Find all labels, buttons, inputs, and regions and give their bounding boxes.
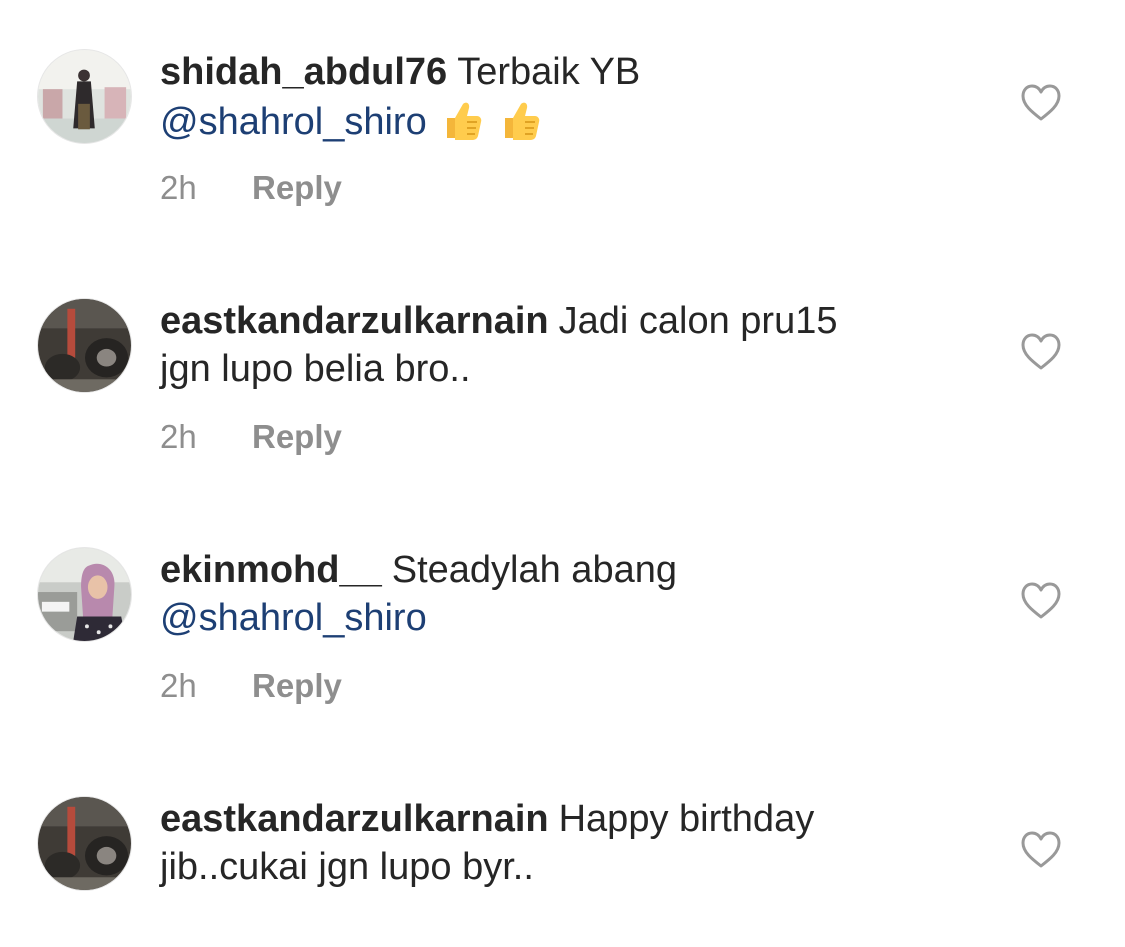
username[interactable]: shidah_abdul76 [160,51,447,93]
comment-body-continued: jgn lupo belia bro.. [160,348,471,390]
comment-body: Steadylah abang [391,549,677,591]
comment-text: eastkandarzulkarnain Jadi calon pru15 jgn… [160,297,940,393]
comment-text: ekinmohd__ Steadylah abang @shahrol_shiro [160,546,940,642]
comment-text: shidah_abdul76 Terbaik YB @shahrol_shiro [160,48,940,146]
timestamp: 2h [160,667,197,704]
mention-link[interactable]: @shahrol_shiro [160,101,427,143]
reply-button[interactable]: Reply [252,169,342,206]
avatar[interactable] [37,547,132,642]
comment-text: eastkandarzulkarnain Happy birthday jib..… [160,795,940,891]
timestamp: 2h [160,169,197,206]
reply-button[interactable]: Reply [252,667,342,704]
avatar[interactable] [37,298,132,393]
comment-meta: 2h Reply [160,417,342,457]
reply-button[interactable]: Reply [252,418,342,455]
comment-item: eastkandarzulkarnain Happy birthday jib..… [0,747,1125,947]
comment-meta: 2h Reply [160,666,342,706]
username[interactable]: eastkandarzulkarnain [160,300,549,342]
comment-meta: 2h Reply [160,168,342,208]
comment-item: eastkandarzulkarnain Jadi calon pru15 jgn… [0,249,1125,455]
username[interactable]: ekinmohd__ [160,549,382,591]
comment-body-continued: jib..cukai jgn lupo byr.. [160,846,534,888]
comment-body: Terbaik YB [457,51,641,93]
username[interactable]: eastkandarzulkarnain [160,798,549,840]
thumbs-up-icon [437,96,485,144]
mention-link[interactable]: @shahrol_shiro [160,597,427,639]
heart-icon[interactable] [1020,333,1062,371]
heart-icon[interactable] [1020,84,1062,122]
avatar[interactable] [37,49,132,144]
avatar[interactable] [37,796,132,891]
heart-icon[interactable] [1020,582,1062,620]
comment-body: Happy birthday [558,798,815,840]
comment-item: ekinmohd__ Steadylah abang @shahrol_shiro… [0,498,1125,704]
timestamp: 2h [160,418,197,455]
thumbs-up-icon [495,96,543,144]
comment-item: shidah_abdul76 Terbaik YB @shahrol_shiro … [0,0,1125,206]
heart-icon[interactable] [1020,831,1062,869]
comment-body: Jadi calon pru15 [558,300,838,342]
